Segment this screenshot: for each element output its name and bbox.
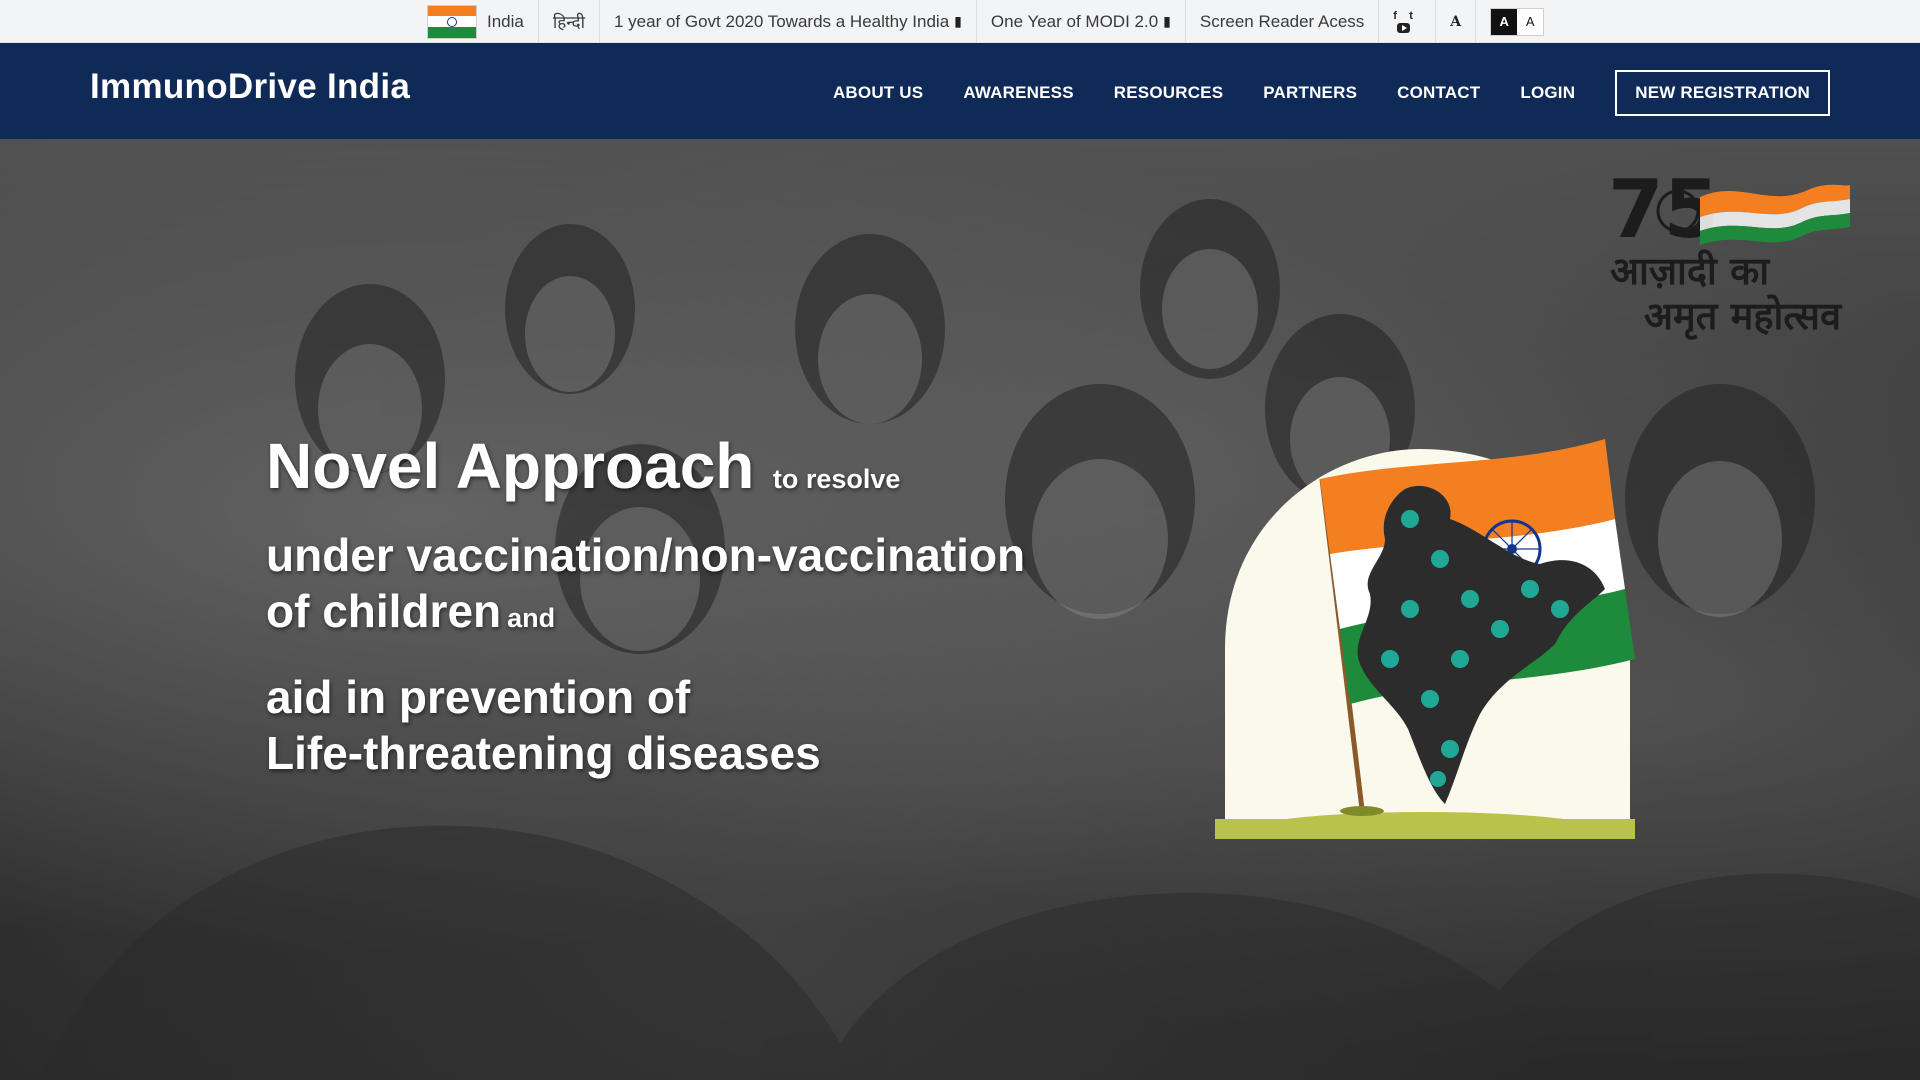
nav-login[interactable]: LOGIN — [1520, 83, 1575, 103]
healthy-india-link[interactable]: 1 year of Govt 2020 Towards a Healthy In… — [600, 0, 977, 43]
twitter-icon[interactable]: t — [1409, 10, 1421, 22]
main-header: ImmunoDrive India ABOUT US AWARENESS RES… — [0, 43, 1920, 139]
screen-reader-link[interactable]: Screen Reader Acess — [1186, 0, 1380, 43]
nav-awareness[interactable]: AWARENESS — [963, 83, 1073, 103]
headline-line3a: aid in prevention of — [266, 671, 691, 723]
screen-reader-label: Screen Reader Acess — [1199, 11, 1365, 31]
headline-line2a: under vaccination/non-vaccination — [266, 529, 1026, 581]
nav-partners[interactable]: PARTNERS — [1263, 83, 1357, 103]
font-size-control[interactable]: A — [1436, 0, 1477, 43]
new-registration-button[interactable]: NEW REGISTRATION — [1615, 70, 1830, 116]
headline-line2b: of children — [266, 585, 502, 637]
modi-label: One Year of MODI 2.0 — [990, 11, 1159, 31]
youtube-icon[interactable] — [1397, 23, 1411, 33]
azadi-ka-amrit-mahotsav-logo: 75 आज़ादी का अमृत महोत्सव — [1600, 159, 1880, 339]
india-flag-icon — [427, 4, 477, 39]
font-size-icon: A — [1450, 13, 1462, 30]
hero-banner: 75 आज़ादी का अमृत महोत्सव Novel Approach… — [0, 139, 1920, 1080]
headline-line3b: Life-threatening diseases — [266, 727, 821, 779]
nav-about-us[interactable]: ABOUT US — [833, 83, 923, 103]
site-brand[interactable]: ImmunoDrive India — [90, 67, 410, 107]
language-switch-hindi[interactable]: हिन्दी — [539, 0, 600, 43]
modi-link[interactable]: One Year of MODI 2.0 ▮ — [977, 0, 1186, 43]
dark-contrast-button[interactable]: A — [1491, 8, 1518, 35]
india-map-flag-illustration — [1215, 439, 1635, 839]
main-nav: ABOUT US AWARENESS RESOURCES PARTNERS CO… — [833, 70, 1830, 116]
light-contrast-button[interactable]: A — [1517, 8, 1544, 35]
country-label: India — [487, 11, 524, 31]
book-icon: ▮ — [954, 13, 962, 29]
healthy-india-label: 1 year of Govt 2020 Towards a Healthy In… — [614, 11, 950, 31]
logo-text-line2: अमृत महोत्सव — [1644, 294, 1842, 338]
headline-and: and — [507, 603, 556, 633]
headline-connector: to resolve — [772, 464, 901, 494]
nav-resources[interactable]: RESOURCES — [1114, 83, 1224, 103]
language-label: हिन्दी — [552, 13, 585, 32]
facebook-icon[interactable]: f — [1393, 10, 1405, 22]
contrast-control: A A — [1476, 0, 1558, 43]
book-icon: ▮ — [1163, 13, 1171, 29]
utility-bar: India हिन्दी 1 year of Govt 2020 Towards… — [0, 0, 1920, 43]
headline-primary: Novel Approach — [266, 430, 755, 502]
social-links: f t — [1379, 0, 1437, 43]
country-selector[interactable]: India — [413, 0, 539, 43]
hero-headline: Novel Approach to resolve under vaccinat… — [266, 429, 1025, 781]
nav-contact[interactable]: CONTACT — [1397, 83, 1480, 103]
